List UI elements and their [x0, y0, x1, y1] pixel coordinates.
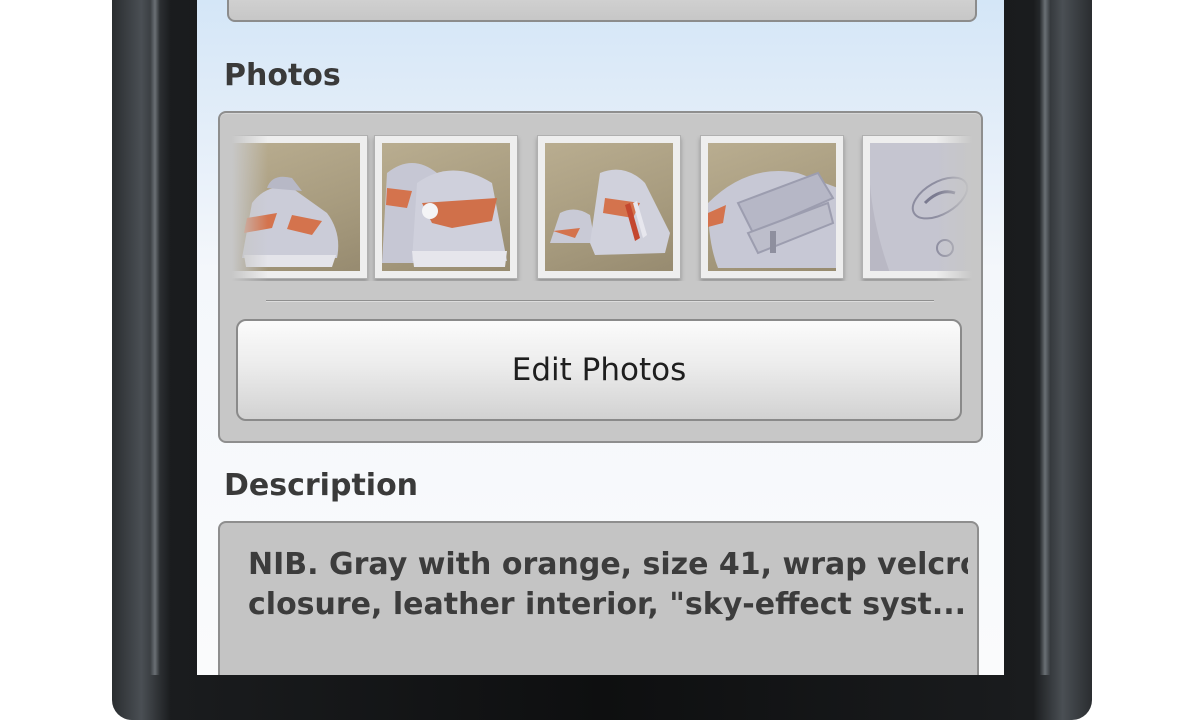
photos-section-label: Photos	[224, 58, 341, 93]
photos-panel: Edit Photos	[218, 111, 983, 443]
shoe-photo-3	[545, 143, 673, 271]
description-section-label: Description	[224, 468, 419, 503]
photo-gallery-strip[interactable]	[232, 135, 972, 281]
previous-field[interactable]	[227, 0, 977, 22]
photo-thumbnail-3[interactable]	[537, 135, 681, 279]
gallery-fade-left	[232, 135, 268, 281]
shoe-photo-2	[382, 143, 510, 271]
photos-divider	[266, 300, 934, 301]
gallery-fade-right	[936, 135, 972, 281]
description-text: NIB. Gray with orange, size 41, wrap vel…	[248, 545, 968, 625]
phone-bezel-left	[150, 0, 160, 675]
photo-thumbnail-2[interactable]	[374, 135, 518, 279]
app-screen: Photos Edit Photos Description NIB. Gray…	[197, 0, 1004, 675]
description-line-1: NIB. Gray with orange, size 41, wrap vel…	[248, 547, 968, 582]
phone-bezel-right	[1040, 0, 1050, 675]
description-field[interactable]: NIB. Gray with orange, size 41, wrap vel…	[218, 521, 979, 675]
description-line-2: closure, leather interior, "sky-effect s…	[248, 587, 967, 622]
photo-thumbnail-4[interactable]	[700, 135, 844, 279]
edit-photos-button[interactable]: Edit Photos	[236, 319, 962, 421]
shoe-photo-4	[708, 143, 836, 271]
